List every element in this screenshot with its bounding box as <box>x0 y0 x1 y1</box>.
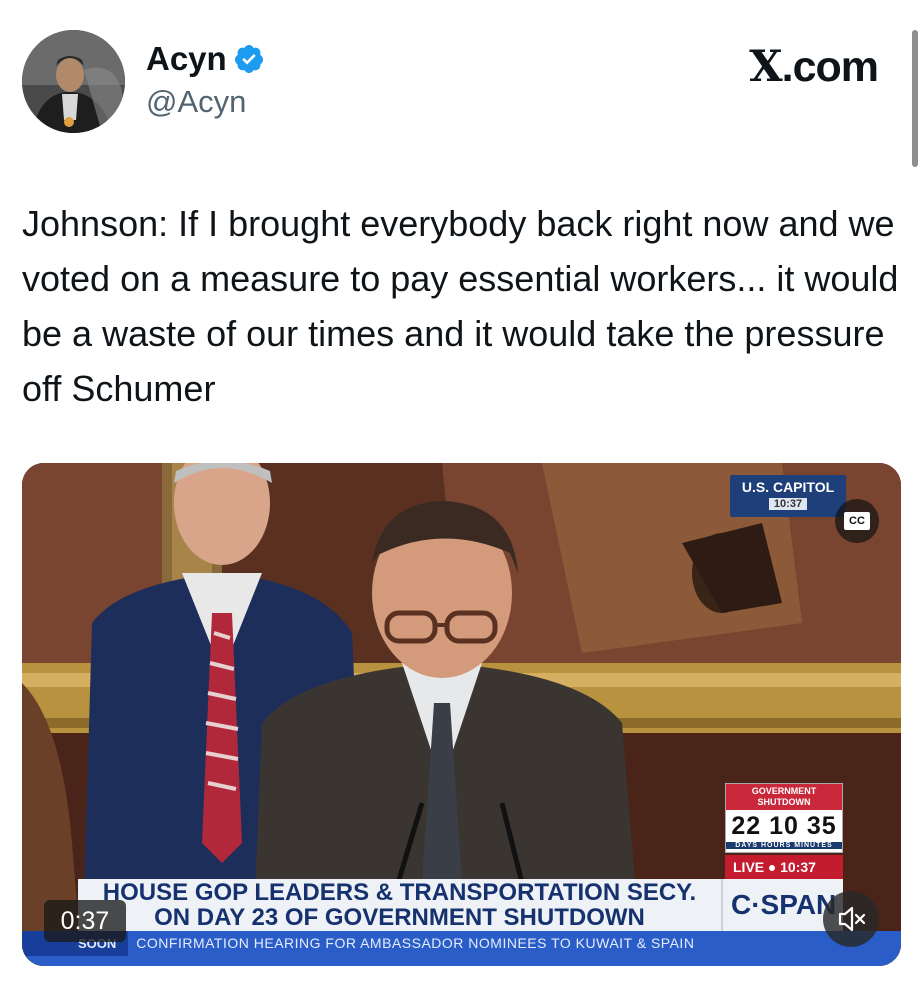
location-bug-label: U.S. CAPITOL <box>741 479 835 495</box>
author-display-name[interactable]: Acyn <box>146 40 227 78</box>
scrollbar[interactable] <box>912 30 918 167</box>
video-duration: 0:37 <box>44 900 126 942</box>
chyron-line-2: ON DAY 23 OF GOVERNMENT SHUTDOWN <box>154 904 645 931</box>
brand-domain: .com <box>781 43 879 91</box>
shutdown-counter: GOVERNMENT SHUTDOWN 22 10 35 DAYS HOURS … <box>725 783 843 853</box>
tweet-text: Johnson: If I brought everybody back rig… <box>22 203 899 409</box>
news-ticker: SOON CONFIRMATION HEARING FOR AMBASSADOR … <box>22 931 901 966</box>
speaker-muted-icon <box>838 906 866 932</box>
shutdown-label: GOVERNMENT SHUTDOWN <box>726 784 842 810</box>
author-names: Acyn @Acyn <box>146 40 265 120</box>
shutdown-count: 22 10 35 <box>731 812 837 840</box>
brand-logo: X.com <box>749 42 879 92</box>
location-bug: U.S. CAPITOL 10:37 <box>730 475 846 517</box>
chyron-line-1: HOUSE GOP LEADERS & TRANSPORTATION SECY. <box>102 879 697 906</box>
video-player[interactable]: U.S. CAPITOL 10:37 CC GOVERNMENT SHUTDOW… <box>22 463 901 966</box>
ticker-text: CONFIRMATION HEARING FOR AMBASSADOR NOMI… <box>136 935 695 951</box>
live-dot <box>769 865 776 872</box>
shutdown-units: DAYS HOURS MINUTES <box>726 842 842 849</box>
tweet-header: Acyn @Acyn X.com <box>22 30 902 134</box>
avatar[interactable] <box>22 30 125 133</box>
brand-x: X <box>749 42 782 92</box>
closed-captions-icon: CC <box>844 512 870 530</box>
live-time: 10:37 <box>780 859 816 875</box>
chyron: HOUSE GOP LEADERS & TRANSPORTATION SECY.… <box>78 879 721 931</box>
verified-badge-icon <box>234 45 263 73</box>
author-handle[interactable]: @Acyn <box>146 84 265 120</box>
location-bug-time: 10:37 <box>769 498 807 510</box>
live-indicator: LIVE 10:37 <box>725 855 843 879</box>
live-label: LIVE <box>733 859 765 875</box>
closed-captions-button[interactable]: CC <box>835 499 879 543</box>
mute-button[interactable] <box>823 891 879 947</box>
